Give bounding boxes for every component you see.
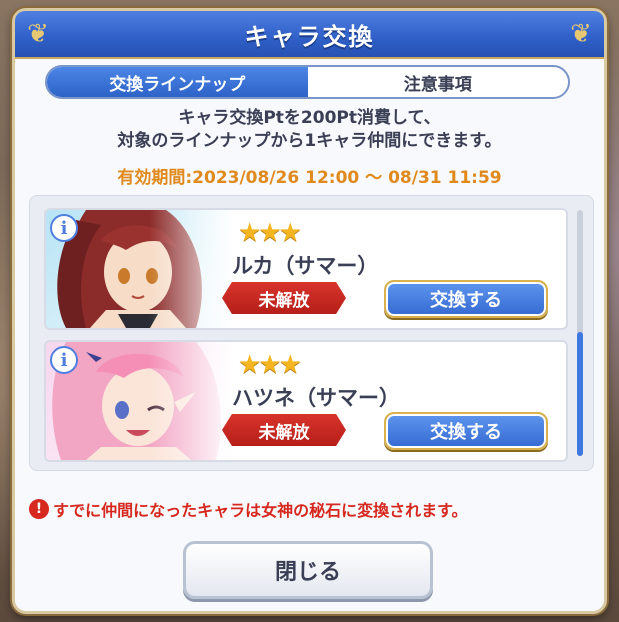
warning-message: ! すでに仲間になったキャラは女神の秘石に変換されます。 bbox=[29, 497, 468, 521]
character-list[interactable]: i ★★★ ルカ（サマー） 未解放 交換する i ★★★ ハツネ（サマー） 未解… bbox=[29, 195, 594, 471]
valid-period: 有効期間:2023/08/26 12:00 〜 08/31 11:59 bbox=[117, 168, 502, 188]
tab-lineup[interactable]: 交換ラインナップ bbox=[47, 67, 308, 97]
dialog-title: キャラ交換 bbox=[244, 22, 375, 51]
ornament-icon: ❦ bbox=[570, 19, 592, 49]
list-item: i ★★★ ルカ（サマー） 未解放 交換する bbox=[44, 208, 568, 330]
scrollbar-thumb[interactable] bbox=[577, 332, 583, 456]
description-line: 対象のラインナップから1キャラ仲間にできます。 bbox=[117, 131, 502, 151]
exchange-button[interactable]: 交換する bbox=[384, 412, 548, 450]
close-button[interactable]: 閉じる bbox=[183, 541, 433, 599]
list-item: i ★★★ ハツネ（サマー） 未解放 交換する bbox=[44, 340, 568, 462]
tab-bar: 交換ラインナップ 注意事項 bbox=[45, 65, 570, 99]
exchange-dialog: ❦ キャラ交換 ❦ 交換ラインナップ 注意事項 キャラ交換Ptを200Pt消費し… bbox=[12, 8, 607, 614]
exchange-button[interactable]: 交換する bbox=[384, 280, 548, 318]
ornament-icon: ❦ bbox=[27, 19, 49, 49]
description: キャラ交換Ptを200Pt消費して、 対象のラインナップから1キャラ仲間にできま… bbox=[15, 107, 604, 153]
info-icon[interactable]: i bbox=[50, 346, 78, 374]
tab-notes[interactable]: 注意事項 bbox=[308, 67, 569, 97]
warning-icon: ! bbox=[29, 499, 49, 519]
warning-text: すでに仲間になったキャラは女神の秘石に変換されます。 bbox=[53, 501, 468, 520]
scrollbar[interactable] bbox=[577, 210, 583, 456]
dialog-titlebar: ❦ キャラ交換 ❦ bbox=[15, 11, 604, 59]
rarity-stars: ★★★ bbox=[238, 350, 302, 380]
rarity-stars: ★★★ bbox=[238, 218, 302, 248]
info-icon[interactable]: i bbox=[50, 214, 78, 242]
character-name: ルカ（サマー） bbox=[232, 254, 379, 278]
status-badge: 未解放 bbox=[222, 282, 346, 314]
character-name: ハツネ（サマー） bbox=[232, 386, 400, 410]
status-badge: 未解放 bbox=[222, 414, 346, 446]
description-line: キャラ交換Ptを200Pt消費して、 bbox=[178, 108, 441, 128]
